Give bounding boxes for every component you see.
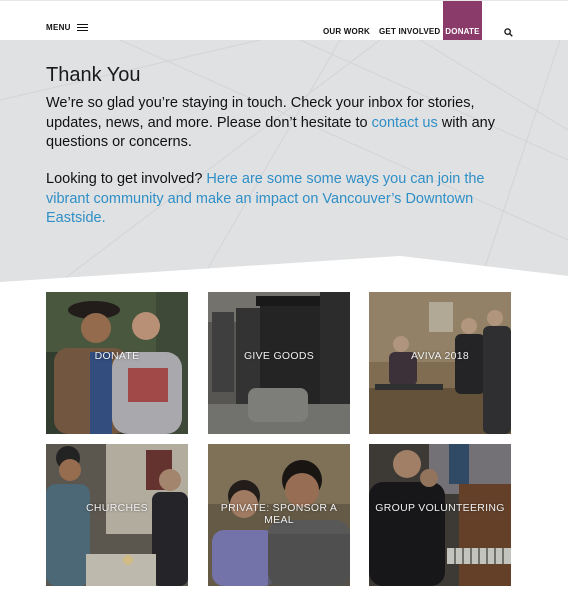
page-title: Thank You — [46, 64, 141, 86]
tile-label: DONATE — [94, 350, 140, 362]
nav-get-involved[interactable]: GET INVOLVED — [379, 1, 440, 41]
site-header: MENU OUR WORK GET INVOLVED DONATE — [0, 0, 568, 41]
tile-give-goods[interactable]: GIVE GOODS — [208, 292, 350, 434]
tile-group-volunteering[interactable]: GROUP VOLUNTEERING — [369, 444, 511, 586]
tile-label: AVIVA 2018 — [410, 350, 470, 362]
tile-label: GIVE GOODS — [243, 350, 315, 362]
intro-paragraph: We’re so glad you’re staying in touch. C… — [46, 94, 506, 153]
search-icon[interactable] — [504, 28, 513, 37]
tile-label: GROUP VOLUNTEERING — [375, 502, 505, 514]
tile-overlay — [46, 444, 188, 586]
tile-label: PRIVATE: SPONSOR A MEAL — [220, 502, 338, 526]
donate-button[interactable]: DONATE — [443, 1, 482, 41]
menu-button[interactable]: MENU — [46, 23, 88, 32]
tile-label: CHURCHES — [86, 502, 148, 514]
tile-churches[interactable]: CHURCHES — [46, 444, 188, 586]
contact-us-link[interactable]: contact us — [372, 115, 438, 131]
tile-overlay — [208, 292, 350, 434]
tile-donate[interactable]: DONATE — [46, 292, 188, 434]
nav-our-work[interactable]: OUR WORK — [323, 1, 370, 41]
tile-overlay — [369, 444, 511, 586]
get-involved-paragraph: Looking to get involved? Here are some s… — [46, 170, 506, 229]
tile-sponsor-a-meal[interactable]: PRIVATE: SPONSOR A MEAL — [208, 444, 350, 586]
tile-aviva-2018[interactable]: AVIVA 2018 — [369, 292, 511, 434]
menu-label: MENU — [46, 23, 71, 32]
tile-overlay — [369, 292, 511, 434]
tile-overlay — [46, 292, 188, 434]
thank-you-hero: Thank You We’re so glad you’re staying i… — [0, 40, 568, 282]
hamburger-icon — [76, 24, 88, 31]
get-involved-text: Looking to get involved? — [46, 171, 207, 187]
